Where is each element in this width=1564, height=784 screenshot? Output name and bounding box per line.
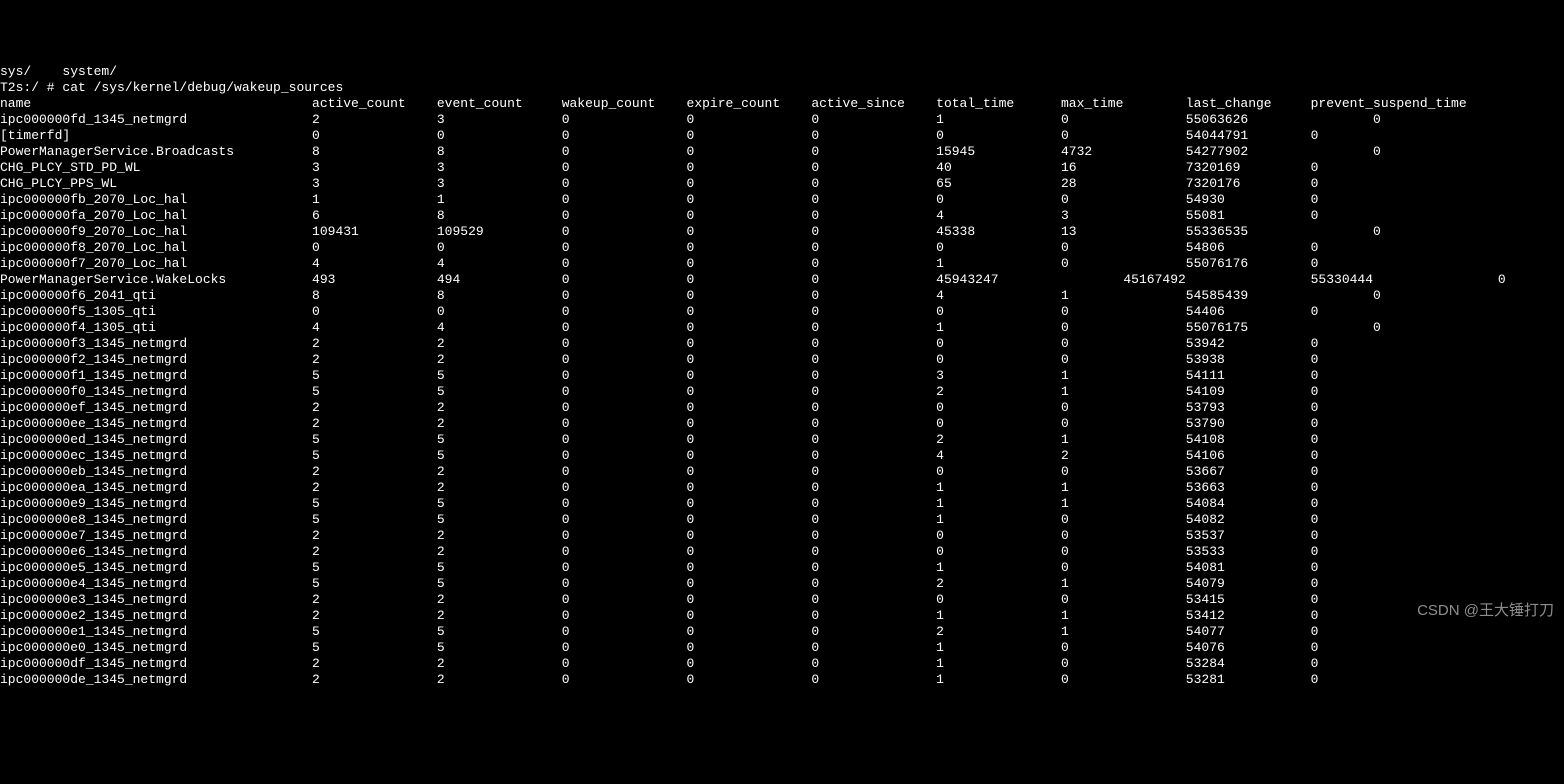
- terminal-output[interactable]: sys/ system/ T2s:/ # cat /sys/kernel/deb…: [0, 64, 1564, 688]
